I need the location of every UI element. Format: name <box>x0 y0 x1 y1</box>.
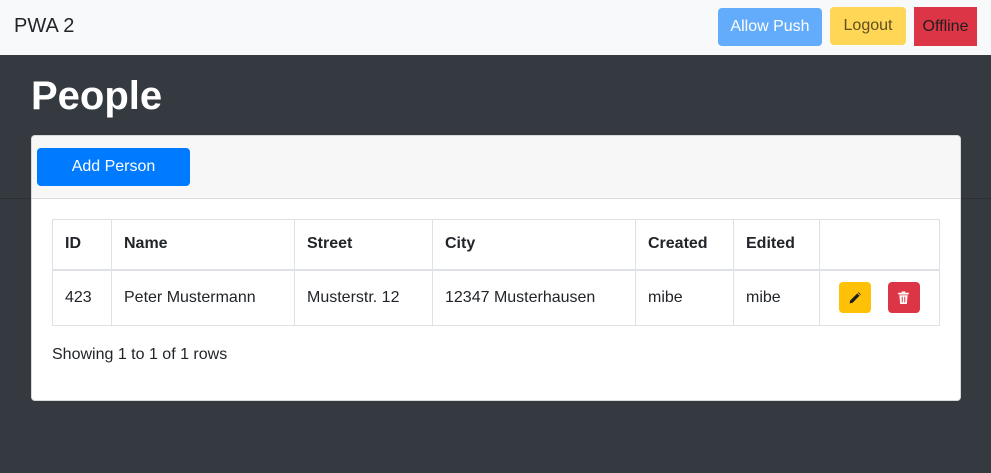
edit-button[interactable] <box>839 282 872 314</box>
cell-name: Peter Mustermann <box>111 269 295 326</box>
column-header-street[interactable]: Street <box>294 219 433 271</box>
logout-button[interactable]: Logout <box>830 7 906 45</box>
cell-id: 423 <box>52 269 112 326</box>
trash-icon <box>898 291 909 304</box>
cell-created: mibe <box>635 269 734 326</box>
people-card: Add Person ID Name Street City Created E… <box>31 135 961 401</box>
table-header-row: ID Name Street City Created Edited <box>52 219 940 271</box>
column-header-created[interactable]: Created <box>635 219 734 271</box>
navbar: PWA 2 Allow Push Logout Offline <box>0 0 991 55</box>
add-person-button[interactable]: Add Person <box>37 148 190 186</box>
column-header-actions <box>819 219 940 271</box>
people-table: ID Name Street City Created Edited 423 P… <box>52 219 940 326</box>
cell-actions <box>819 269 940 326</box>
brand-title[interactable]: PWA 2 <box>14 15 74 38</box>
cell-city: 12347 Musterhausen <box>432 269 636 326</box>
column-header-name[interactable]: Name <box>111 219 295 271</box>
pencil-icon <box>849 291 862 304</box>
card-header: Add Person <box>32 136 960 199</box>
cell-street: Musterstr. 12 <box>294 269 433 326</box>
pagination-info: Showing 1 to 1 of 1 rows <box>52 346 228 363</box>
cell-edited: mibe <box>733 269 820 326</box>
column-header-edited[interactable]: Edited <box>733 219 820 271</box>
delete-button[interactable] <box>887 282 920 314</box>
table-row: 423 Peter Mustermann Musterstr. 12 12347… <box>52 269 940 326</box>
offline-status-button[interactable]: Offline <box>914 7 977 46</box>
column-header-id[interactable]: ID <box>52 219 112 271</box>
page-title: People <box>31 74 163 118</box>
column-header-city[interactable]: City <box>432 219 636 271</box>
allow-push-button[interactable]: Allow Push <box>718 8 822 46</box>
